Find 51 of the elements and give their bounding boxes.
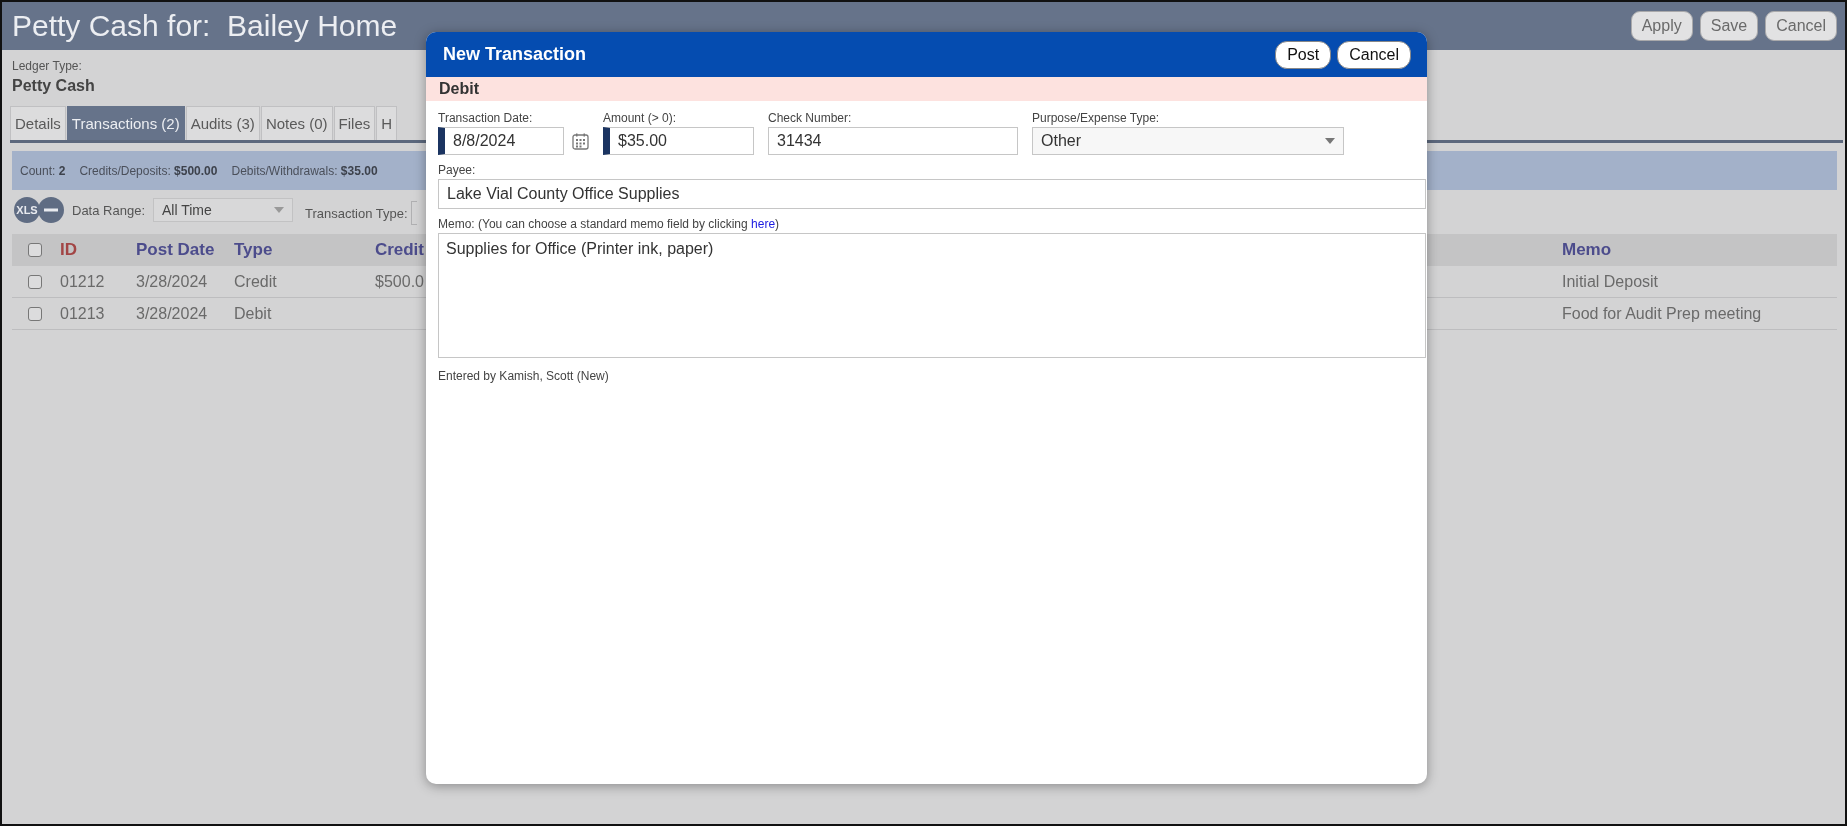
field-label: Check Number:	[768, 111, 853, 125]
field-label: Purpose/Expense Type:	[1032, 111, 1161, 125]
field-label: Amount (> 0):	[603, 111, 678, 125]
ledger-type-value: Petty Cash	[12, 77, 95, 95]
input-field[interactable]: 31434	[768, 127, 1018, 155]
save-button[interactable]: Save	[1699, 11, 1759, 41]
cancel-button[interactable]: Cancel	[1337, 40, 1411, 69]
payee-label: Payee:	[438, 163, 477, 177]
table-cell-text: Initial Deposit	[1562, 272, 1660, 291]
column-header[interactable]: Type	[234, 240, 344, 260]
entered-by-note: Entered by Kamish, Scott (New)	[438, 369, 610, 383]
table-cell-text: 01213	[60, 304, 106, 323]
tab[interactable]: Transactions (2)	[66, 106, 185, 140]
summary-stat: Count: 2	[20, 163, 66, 178]
memo-label: Memo: (You can choose a standard memo field by clicking here)	[438, 217, 781, 231]
select-field[interactable]: Other	[1032, 127, 1344, 155]
tab[interactable]: Audits (3)	[185, 106, 260, 140]
modal-title: New Transaction	[443, 44, 588, 65]
entry-type-banner: Debit	[426, 77, 1427, 101]
table-cell-text: Debit	[234, 304, 273, 323]
tab[interactable]: H	[376, 106, 398, 140]
column-header[interactable]: Memo	[1562, 240, 1837, 260]
input-field[interactable]: $35.00	[603, 127, 754, 155]
table-cell-text: 3/28/2024	[136, 272, 209, 291]
post-button[interactable]: Post	[1275, 40, 1332, 69]
field-label: Transaction Date:	[438, 111, 534, 125]
cancel-button[interactable]: Cancel	[1765, 11, 1837, 41]
tab[interactable]: Files	[333, 106, 376, 140]
column-header[interactable]: ID	[60, 240, 136, 260]
column-header[interactable]: Credit	[344, 240, 424, 260]
here-link[interactable]: here	[751, 217, 776, 231]
table-cell-text: 01212	[60, 272, 106, 291]
payee-field[interactable]: Lake Vial County Office Supplies	[438, 179, 1426, 209]
data-range-select[interactable]: All Time	[153, 198, 293, 222]
table-cell-text: Food for Audit Prep meeting	[1562, 304, 1763, 323]
memo-field[interactable]: Supplies for Office (Printer ink, paper)	[438, 233, 1426, 358]
apply-button[interactable]: Apply	[1630, 11, 1693, 41]
summary-stat: Debits/Withdrawals: $35.00	[231, 163, 378, 178]
input-field[interactable]: 8/8/2024	[438, 127, 564, 155]
tab[interactable]: Notes (0)	[260, 106, 333, 140]
data-range-label: Data Range:	[72, 202, 145, 218]
table-cell-text: 3/28/2024	[136, 304, 209, 323]
page-title: Petty Cash for: Bailey Home	[12, 9, 399, 43]
transaction-type-label: Transaction Type:	[305, 205, 408, 221]
tab[interactable]: Details	[10, 106, 66, 140]
xls-export-button[interactable]: XLS	[14, 197, 40, 223]
summary-stat: Credits/Deposits: $500.00	[79, 163, 218, 178]
table-cell-text: Credit	[234, 272, 278, 291]
ledger-type-label: Ledger Type:	[12, 59, 83, 73]
table-cell-text: $500.0	[374, 272, 424, 291]
column-header[interactable]: Post Date	[136, 240, 234, 260]
